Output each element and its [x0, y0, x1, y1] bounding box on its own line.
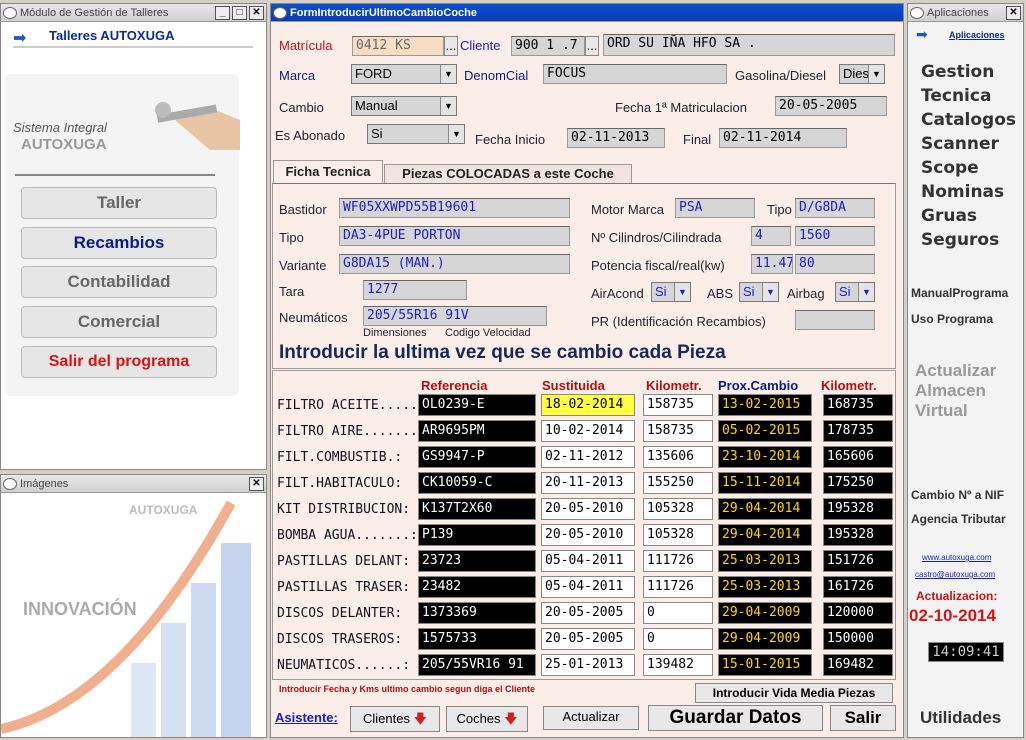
cambio-nif-link[interactable]: Cambio Nº a NIF	[911, 488, 1004, 502]
close-button[interactable]: ✕	[249, 5, 264, 20]
images-title: Imágenes	[20, 477, 69, 490]
app-icon	[273, 6, 287, 19]
app-item-scanner[interactable]: Scanner	[921, 134, 999, 154]
images-titlebar: Imágenes ✕	[1, 475, 266, 493]
app-item-tecnica[interactable]: Tecnica	[921, 86, 991, 106]
nav-contabilidad-button[interactable]: Contabilidad	[21, 266, 217, 298]
nav-recambios-button[interactable]: Recambios	[21, 227, 217, 259]
app-item-gruas[interactable]: Gruas	[921, 206, 977, 226]
almacen-line1[interactable]: Actualizar	[915, 361, 996, 381]
agencia-tributar-link[interactable]: Agencia Tributar	[911, 512, 1006, 526]
almacen-line3[interactable]: Virtual	[915, 401, 968, 421]
maximize-button[interactable]: □	[232, 5, 247, 20]
left-header-text: Talleres AUTOXUGA	[49, 28, 175, 43]
left-window-titlebar: Módulo de Gestión de Talleres _ □ ✕	[1, 4, 266, 22]
close-button[interactable]: ✕	[1006, 5, 1021, 20]
actualizacion-label: Actualizacion:	[916, 589, 998, 603]
system-line1: Sistema Integral	[13, 120, 107, 135]
apps-header: Aplicaciones	[949, 30, 1005, 40]
images-brand: AUTOXUGA	[129, 503, 198, 517]
left-header: ➡ Talleres AUTOXUGA	[13, 26, 253, 48]
web-link[interactable]: www.autoxuga.com	[922, 553, 991, 562]
apps-title: Aplicaciones	[927, 6, 989, 19]
arrow-right-icon: ➡	[916, 26, 928, 42]
app-icon	[3, 477, 17, 490]
close-button[interactable]: ✕	[249, 476, 264, 491]
clock-display: 14:09:41	[928, 642, 1004, 662]
apps-titlebar: Aplicaciones ✕	[908, 4, 1023, 22]
nav-comercial-button[interactable]: Comercial	[21, 306, 217, 338]
form-titlebar: FormIntroducirUltimoCambioCoche	[271, 4, 903, 22]
left-window-title: Módulo de Gestión de Talleres	[20, 6, 169, 19]
wrench-hand-icon	[155, 80, 245, 155]
app-item-scope[interactable]: Scope	[921, 158, 979, 178]
left-window: Módulo de Gestión de Talleres _ □ ✕ ➡ Ta…	[0, 3, 267, 470]
divider	[15, 174, 215, 176]
uso-programa-link[interactable]: Uso Programa	[911, 312, 993, 326]
app-item-nominas[interactable]: Nominas	[921, 182, 1004, 202]
arrow-right-icon: ➡	[13, 30, 27, 47]
system-line2: AUTOXUGA	[21, 136, 107, 153]
utilidades-link[interactable]: Utilidades	[920, 708, 1001, 728]
app-icon	[910, 6, 924, 19]
app-icon	[3, 6, 17, 19]
app-item-gestion[interactable]: Gestion	[921, 62, 994, 82]
nav-salir-button[interactable]: Salir del programa	[21, 346, 217, 378]
form-title: FormIntroducirUltimoCambioCoche	[290, 6, 478, 19]
almacen-line2[interactable]: Almacen	[915, 381, 986, 401]
email-link[interactable]: castro@autoxuga.com	[915, 570, 995, 579]
app-item-seguros[interactable]: Seguros	[921, 230, 999, 250]
images-caption: INNOVACIÓN	[23, 599, 137, 619]
images-window: Imágenes ✕ AUTOXUGA INNOVACIÓN	[0, 474, 267, 738]
main-form-window: FormIntroducirUltimoCambioCoche	[270, 3, 904, 738]
nav-taller-button[interactable]: Taller	[21, 187, 217, 219]
actualizacion-date: 02-10-2014	[909, 606, 996, 625]
manual-programa-link[interactable]: ManualPrograma	[911, 286, 1008, 300]
app-item-catalogos[interactable]: Catalogos	[921, 110, 1016, 130]
minimize-button[interactable]: _	[215, 5, 230, 20]
